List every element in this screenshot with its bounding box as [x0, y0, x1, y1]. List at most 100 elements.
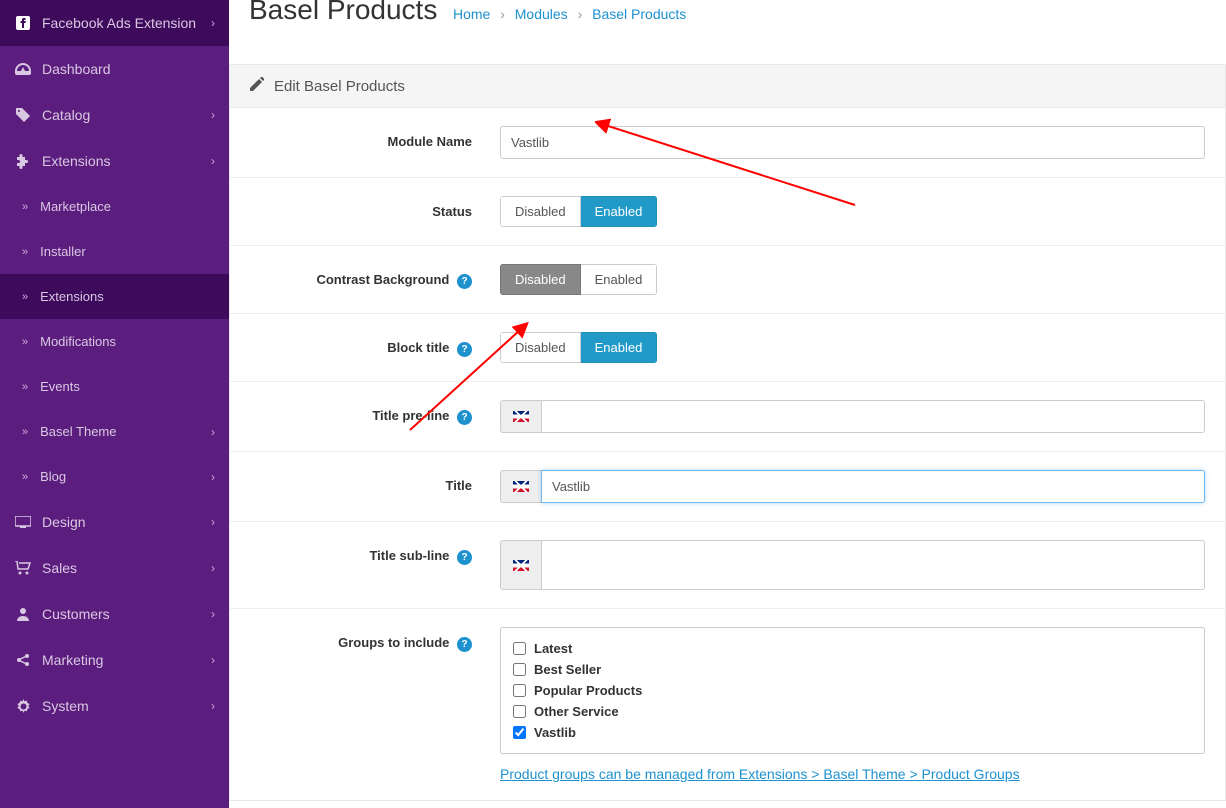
sidebar-sub-extensions[interactable]: »Extensions: [0, 274, 229, 319]
contrast-enabled-button[interactable]: Enabled: [581, 264, 658, 295]
label-contrast: Contrast Background ?: [250, 264, 500, 289]
page-title: Basel Products: [249, 0, 437, 26]
label-block-title: Block title ?: [250, 332, 500, 357]
chevron-right-icon: ›: [211, 561, 215, 575]
breadcrumb-sep: ›: [500, 6, 505, 22]
sidebar: Facebook Ads Extension › Dashboard Catal…: [0, 0, 229, 808]
sidebar-sub-blog[interactable]: »Blog›: [0, 454, 229, 499]
cart-icon: [14, 561, 32, 575]
chevron-right-icon: ›: [211, 470, 215, 484]
title-sub-input-group: [500, 540, 1205, 590]
puzzle-icon: [14, 154, 32, 169]
contrast-disabled-button[interactable]: Disabled: [500, 264, 581, 295]
double-chevron-icon: »: [22, 336, 28, 348]
flag-en-icon: [513, 560, 529, 571]
sidebar-item-label: Design: [42, 514, 211, 530]
flag-en-icon: [513, 481, 529, 492]
panel-body: Module Name Status Disabled Enabled: [230, 108, 1225, 800]
help-icon[interactable]: ?: [457, 342, 472, 357]
double-chevron-icon: »: [22, 201, 28, 213]
breadcrumb: Home › Modules › Basel Products: [453, 6, 686, 22]
sidebar-item-dashboard[interactable]: Dashboard: [0, 46, 229, 92]
group-checkbox-bestseller[interactable]: [513, 663, 526, 676]
chevron-right-icon: ›: [211, 515, 215, 529]
lang-flag-addon: [500, 400, 541, 433]
group-checkbox-row[interactable]: Latest: [513, 638, 1192, 659]
module-name-input[interactable]: [500, 126, 1205, 159]
block-title-enabled-button[interactable]: Enabled: [581, 332, 658, 363]
row-title: Title: [230, 452, 1225, 522]
sidebar-item-facebook-ads[interactable]: Facebook Ads Extension ›: [0, 0, 229, 46]
sidebar-item-label: Basel Theme: [40, 424, 116, 439]
sidebar-item-label: Installer: [40, 244, 86, 259]
label-status: Status: [250, 196, 500, 219]
lang-flag-addon: [500, 470, 541, 503]
status-toggle: Disabled Enabled: [500, 196, 657, 227]
label-title-sub: Title sub-line ?: [250, 540, 500, 565]
sidebar-item-system[interactable]: System ›: [0, 683, 229, 729]
sidebar-item-marketing[interactable]: Marketing ›: [0, 637, 229, 683]
title-input[interactable]: [541, 470, 1205, 503]
sidebar-sub-basel-theme[interactable]: »Basel Theme›: [0, 409, 229, 454]
group-checkbox-row[interactable]: Popular Products: [513, 680, 1192, 701]
sidebar-item-label: Facebook Ads Extension: [42, 15, 211, 31]
double-chevron-icon: »: [22, 246, 28, 258]
flag-en-icon: [513, 411, 529, 422]
title-pre-input[interactable]: [541, 400, 1205, 433]
status-disabled-button[interactable]: Disabled: [500, 196, 581, 227]
block-title-disabled-button[interactable]: Disabled: [500, 332, 581, 363]
row-module-name: Module Name: [230, 108, 1225, 178]
double-chevron-icon: »: [22, 426, 28, 438]
tag-icon: [14, 108, 32, 123]
sidebar-sub-installer[interactable]: » Installer: [0, 229, 229, 274]
title-input-group: [500, 470, 1205, 503]
breadcrumb-current[interactable]: Basel Products: [592, 6, 686, 22]
chevron-right-icon: ›: [211, 699, 215, 713]
sidebar-item-customers[interactable]: Customers ›: [0, 591, 229, 637]
pencil-icon: [250, 77, 264, 95]
sidebar-item-sales[interactable]: Sales ›: [0, 545, 229, 591]
sidebar-item-extensions[interactable]: Extensions ›: [0, 138, 229, 184]
breadcrumb-home[interactable]: Home: [453, 6, 490, 22]
group-checkbox-row[interactable]: Vastlib: [513, 722, 1192, 743]
chevron-right-icon: ›: [211, 154, 215, 168]
dashboard-icon: [14, 63, 32, 75]
group-checkbox-row[interactable]: Other Service: [513, 701, 1192, 722]
label-groups: Groups to include ?: [250, 627, 500, 652]
chevron-right-icon: ›: [211, 108, 215, 122]
help-icon[interactable]: ?: [457, 274, 472, 289]
monitor-icon: [14, 516, 32, 528]
group-checkbox-row[interactable]: Best Seller: [513, 659, 1192, 680]
help-icon[interactable]: ?: [457, 410, 472, 425]
label-module-name: Module Name: [250, 126, 500, 149]
group-checkbox-latest[interactable]: [513, 642, 526, 655]
sidebar-sub-events[interactable]: » Events: [0, 364, 229, 409]
sidebar-item-label: System: [42, 698, 211, 714]
group-checkbox-popular[interactable]: [513, 684, 526, 697]
chevron-right-icon: ›: [211, 16, 215, 30]
sidebar-item-label: Sales: [42, 560, 211, 576]
label-title: Title: [250, 470, 500, 493]
groups-hint-link[interactable]: Product groups can be managed from Exten…: [500, 766, 1205, 782]
group-checkbox-other-service[interactable]: [513, 705, 526, 718]
status-enabled-button[interactable]: Enabled: [581, 196, 658, 227]
sidebar-item-design[interactable]: Design ›: [0, 499, 229, 545]
title-sub-input[interactable]: [541, 540, 1205, 590]
row-groups: Groups to include ? Latest Best Seller P…: [230, 609, 1225, 800]
double-chevron-icon: »: [22, 381, 28, 393]
sidebar-item-label: Extensions: [40, 289, 104, 304]
sidebar-item-label: Events: [40, 379, 80, 394]
edit-panel: Edit Basel Products Module Name Status D…: [229, 64, 1226, 801]
panel-heading-text: Edit Basel Products: [274, 78, 405, 95]
group-checkbox-vastlib[interactable]: [513, 726, 526, 739]
row-title-sub: Title sub-line ?: [230, 522, 1225, 609]
sidebar-sub-marketplace[interactable]: »Marketplace: [0, 184, 229, 229]
breadcrumb-sep: ›: [578, 6, 583, 22]
sidebar-sub-modifications[interactable]: »Modifications: [0, 319, 229, 364]
sidebar-item-label: Dashboard: [42, 61, 215, 77]
main-content: Basel Products Home › Modules › Basel Pr…: [229, 0, 1226, 808]
help-icon[interactable]: ?: [457, 637, 472, 652]
breadcrumb-modules[interactable]: Modules: [515, 6, 568, 22]
sidebar-item-catalog[interactable]: Catalog ›: [0, 92, 229, 138]
help-icon[interactable]: ?: [457, 550, 472, 565]
